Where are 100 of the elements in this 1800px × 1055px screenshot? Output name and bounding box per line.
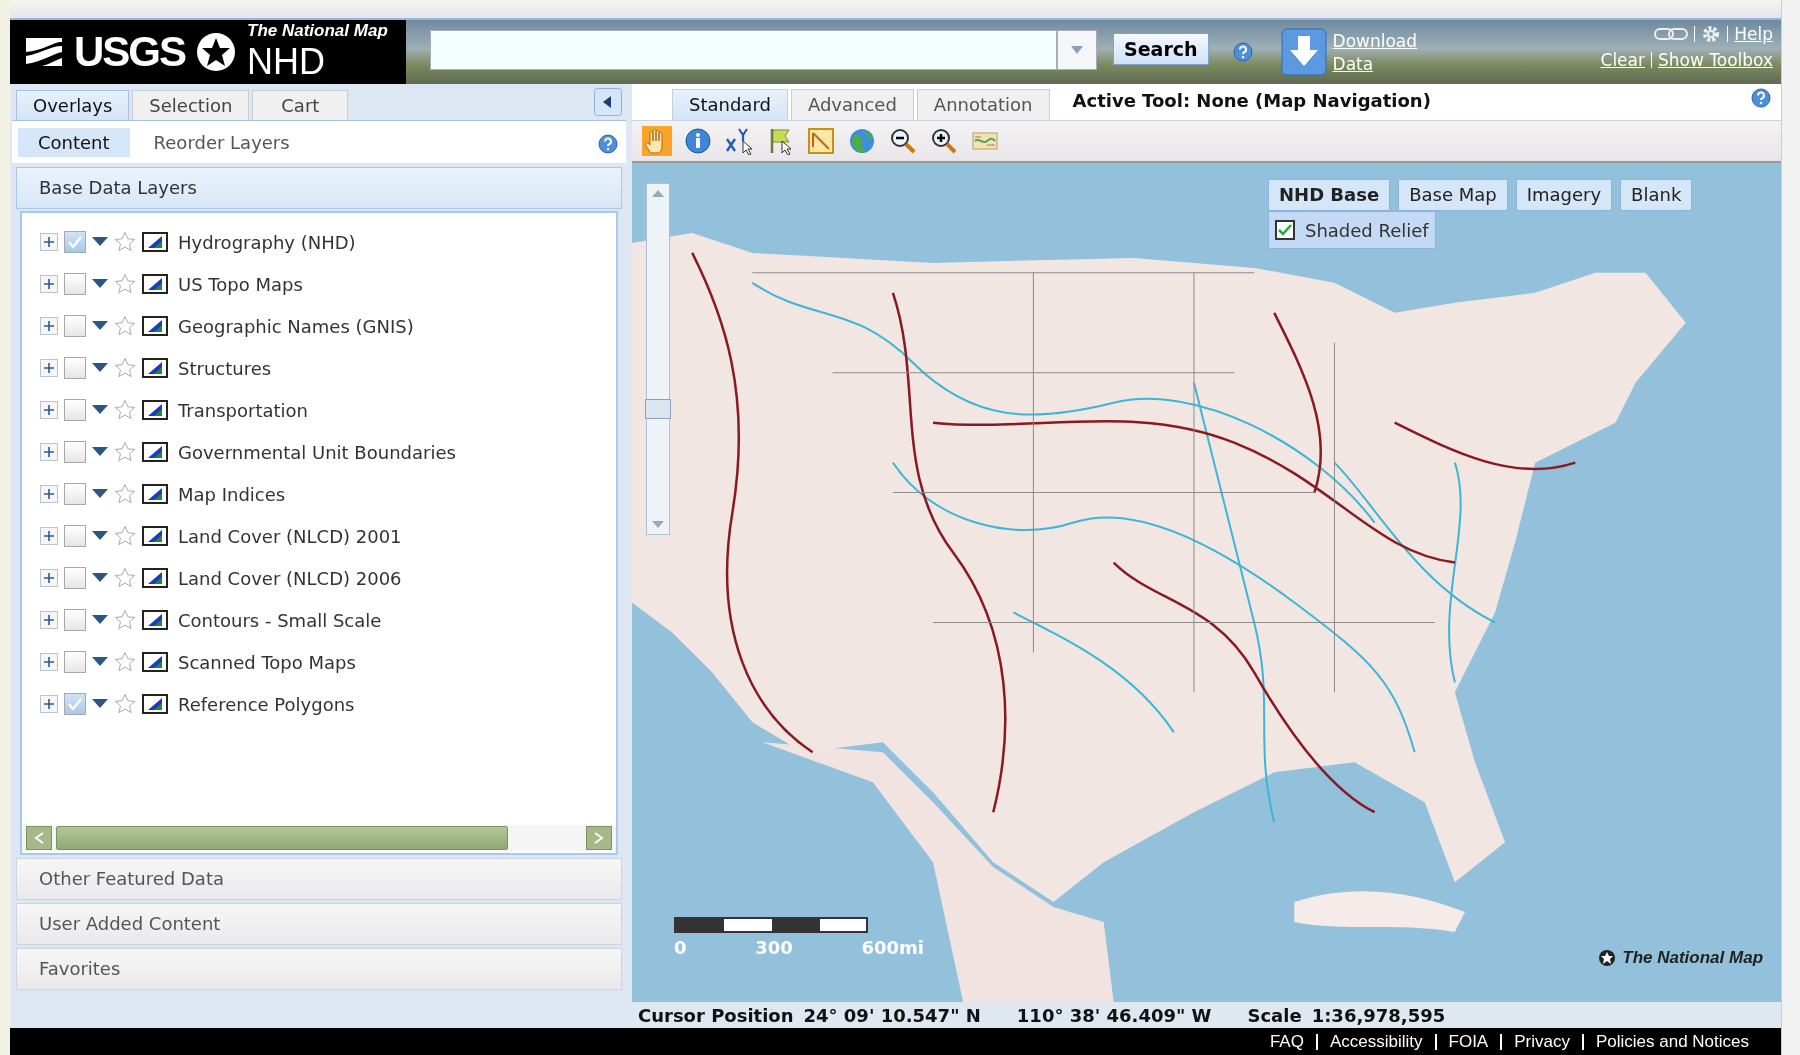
caret-down-icon[interactable] [92, 698, 108, 710]
layer-thumbnail-icon[interactable] [142, 274, 168, 294]
help-icon[interactable] [1232, 42, 1253, 62]
pencil-square-icon[interactable] [807, 127, 835, 155]
layer-checkbox[interactable] [64, 525, 86, 547]
caret-down-icon[interactable] [92, 614, 108, 626]
caret-down-icon[interactable] [92, 446, 108, 458]
gear-icon[interactable] [1701, 24, 1722, 44]
panel-tab[interactable]: Selection [132, 90, 250, 120]
star-icon[interactable] [114, 609, 136, 631]
chevron-right-icon[interactable] [594, 832, 604, 844]
expand-icon[interactable] [40, 569, 58, 587]
page-scrollbar[interactable] [1781, 0, 1800, 1055]
star-icon[interactable] [114, 273, 136, 295]
accordion-header[interactable]: User Added Content [16, 903, 622, 945]
zoom-slider[interactable] [646, 183, 670, 535]
star-icon[interactable] [114, 315, 136, 337]
layer-thumbnail-icon[interactable] [142, 358, 168, 378]
download-icon[interactable] [1280, 28, 1327, 76]
layer-checkbox[interactable] [64, 315, 86, 337]
expand-icon[interactable] [40, 233, 58, 251]
expand-icon[interactable] [40, 401, 58, 419]
layer-thumbnail-icon[interactable] [142, 316, 168, 336]
caret-down-icon[interactable] [92, 236, 108, 248]
section-header[interactable]: Base Data Layers [16, 167, 622, 209]
caret-down-icon[interactable] [92, 362, 108, 374]
expand-icon[interactable] [40, 527, 58, 545]
star-icon[interactable] [114, 525, 136, 547]
layer-checkbox[interactable] [64, 693, 86, 715]
layer-thumbnail-icon[interactable] [142, 442, 168, 462]
scroll-left-button[interactable] [26, 826, 52, 850]
collapse-panel-button[interactable] [594, 88, 622, 116]
star-icon[interactable] [114, 441, 136, 463]
shaded-relief-checkbox[interactable] [1275, 220, 1295, 240]
star-icon[interactable] [114, 483, 136, 505]
expand-icon[interactable] [40, 275, 58, 293]
xy-cursor-icon[interactable] [725, 127, 753, 155]
layer-checkbox[interactable] [64, 567, 86, 589]
zoom-out-icon[interactable] [889, 127, 917, 155]
globe-icon[interactable] [848, 127, 876, 155]
layer-checkbox[interactable] [64, 399, 86, 421]
footer-link[interactable]: FAQ [1257, 1033, 1318, 1050]
layer-checkbox[interactable] [64, 483, 86, 505]
star-icon[interactable] [114, 651, 136, 673]
layer-thumbnail-icon[interactable] [142, 400, 168, 420]
caret-down-icon[interactable] [92, 404, 108, 416]
layer-thumbnail-icon[interactable] [142, 694, 168, 714]
help-icon[interactable] [598, 134, 618, 154]
link-icon[interactable] [1654, 27, 1689, 41]
download-data-link[interactable]: Download Data [1332, 30, 1433, 84]
basemap-button[interactable]: NHD Base [1268, 179, 1391, 211]
star-icon[interactable] [114, 399, 136, 421]
search-field[interactable] [430, 30, 1057, 70]
sub-tab[interactable]: Content [18, 127, 130, 157]
layer-thumbnail-icon[interactable] [142, 232, 168, 252]
map-tab[interactable]: Standard [672, 89, 788, 120]
caret-down-icon[interactable] [92, 572, 108, 584]
map-tab[interactable]: Annotation [916, 89, 1050, 120]
caret-down-icon[interactable] [92, 656, 108, 668]
panel-tab[interactable]: Overlays [16, 90, 130, 120]
arrow-up-icon[interactable] [651, 188, 665, 198]
accordion-header[interactable]: Other Featured Data [16, 858, 622, 900]
arrow-down-icon[interactable] [651, 520, 665, 530]
caret-down-icon[interactable] [92, 320, 108, 332]
star-icon[interactable] [114, 231, 136, 253]
zoom-in-icon[interactable] [930, 127, 958, 155]
footer-link[interactable]: Policies and Notices [1583, 1033, 1761, 1050]
info-icon[interactable] [684, 127, 712, 155]
expand-icon[interactable] [40, 695, 58, 713]
basemap-button[interactable]: Blank [1620, 179, 1693, 211]
layer-thumbnail-icon[interactable] [142, 526, 168, 546]
footer-link[interactable]: Privacy [1502, 1033, 1584, 1050]
basemap-button[interactable]: Base Map [1398, 179, 1508, 211]
map-tab[interactable]: Advanced [790, 89, 914, 120]
expand-icon[interactable] [40, 611, 58, 629]
chevron-left-icon[interactable] [34, 832, 44, 844]
expand-icon[interactable] [40, 485, 58, 503]
basemap-button[interactable]: Imagery [1515, 179, 1613, 211]
layer-thumbnail-icon[interactable] [142, 568, 168, 588]
layer-checkbox[interactable] [64, 357, 86, 379]
slider-thumb[interactable] [645, 399, 671, 419]
accordion-header[interactable]: Favorites [16, 948, 622, 990]
help-icon[interactable] [1751, 88, 1771, 108]
layer-thumbnail-icon[interactable] [142, 484, 168, 504]
star-icon[interactable] [114, 693, 136, 715]
layer-checkbox[interactable] [64, 231, 86, 253]
panel-tab[interactable]: Cart [252, 90, 349, 120]
dropdown-caret-icon[interactable] [1071, 46, 1083, 54]
footer-link[interactable]: FOIA [1436, 1033, 1503, 1050]
expand-icon[interactable] [40, 443, 58, 461]
footer-link[interactable]: Accessibility [1317, 1033, 1437, 1050]
layer-checkbox[interactable] [64, 651, 86, 673]
layer-checkbox[interactable] [64, 609, 86, 631]
layer-thumbnail-icon[interactable] [142, 610, 168, 630]
star-icon[interactable] [114, 567, 136, 589]
caret-down-icon[interactable] [92, 488, 108, 500]
expand-icon[interactable] [40, 317, 58, 335]
expand-icon[interactable] [40, 653, 58, 671]
caret-down-icon[interactable] [92, 278, 108, 290]
scroll-right-button[interactable] [586, 826, 612, 850]
